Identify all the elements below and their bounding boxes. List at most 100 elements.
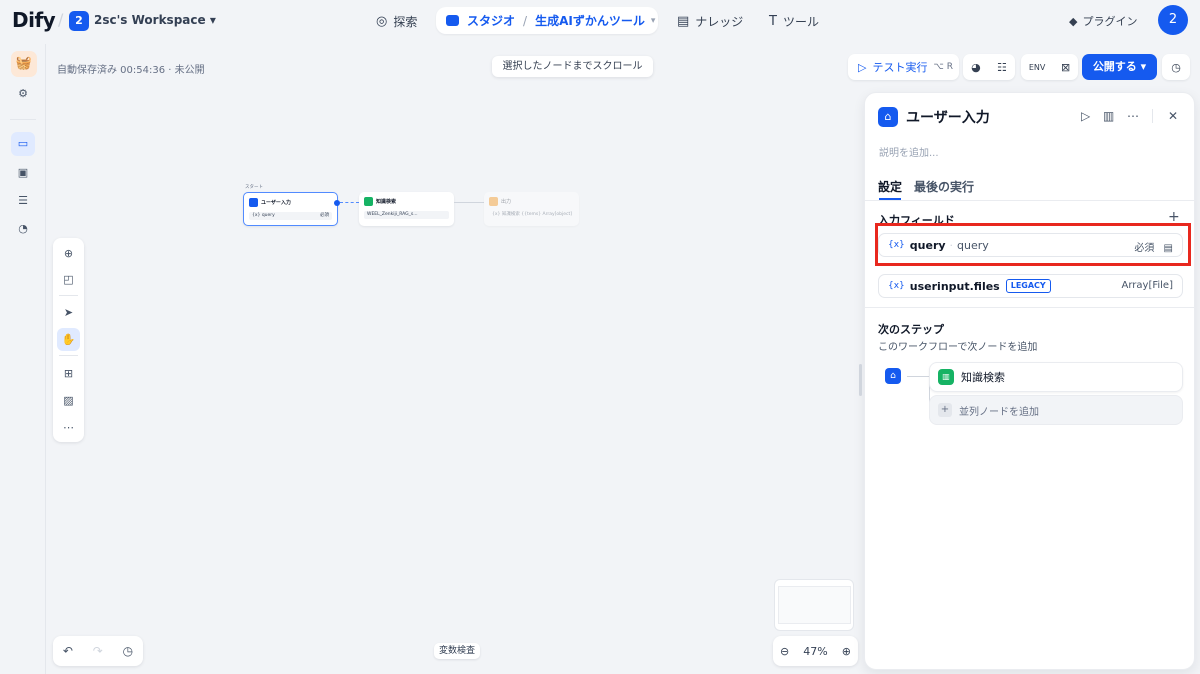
start-node[interactable]: ユーザー入力 {x} query 必須 — [243, 192, 338, 226]
orchestrate-icon[interactable]: ▭ — [11, 132, 35, 156]
organize-blocks-icon[interactable]: ⊞ — [57, 362, 80, 385]
zoom-controls: ⊖ 47% ⊕ — [773, 636, 858, 666]
zoom-out-icon[interactable]: ⊖ — [780, 645, 789, 658]
nav-explore[interactable]: ◎ 探索 — [376, 7, 417, 35]
env-icon[interactable]: ENV — [1029, 63, 1046, 72]
field-type: Array[File] — [1121, 280, 1173, 291]
redo-icon[interactable]: ↷ — [93, 644, 103, 658]
nav-studio[interactable]: スタジオ / 生成AIずかんツール ▾ — [436, 7, 658, 34]
next-node-knowledge[interactable]: ▥ 知識検索 — [929, 362, 1183, 392]
knowledge-node-item: WEEL_Zenkiji_RAG_s... — [364, 211, 449, 219]
next-step-label: 次のステップ — [878, 323, 944, 336]
variable-inspect-button[interactable]: 変数検査 — [434, 643, 480, 659]
nav-knowledge[interactable]: ▤ ナレッジ — [677, 7, 743, 35]
publish-button[interactable]: 公開する ▾ — [1082, 54, 1157, 80]
add-node-icon[interactable]: ⊕ — [57, 242, 80, 265]
hammer-icon: T — [769, 13, 777, 29]
output-node[interactable]: 出力 {x} 知識検索 {{tems} Array[object] — [484, 192, 579, 226]
env-group: ENV ⊠ — [1021, 54, 1078, 80]
panel-title[interactable]: ユーザー入力 — [906, 107, 990, 127]
highlight-box — [875, 223, 1191, 266]
output-node-title: 出力 — [501, 199, 512, 205]
panel-resize-handle[interactable] — [859, 364, 862, 396]
version-history-button[interactable]: ◷ — [1162, 54, 1190, 80]
plugins-button[interactable]: ◆ プラグイン — [1069, 13, 1137, 29]
minimap-viewport — [778, 586, 851, 624]
knowledge-node[interactable]: 知識検索 WEEL_Zenkiji_RAG_s... — [359, 192, 454, 226]
tab-divider — [865, 200, 1196, 201]
output-node-row: {x} 知識検索 {{tems} Array[object] — [489, 211, 574, 219]
terminal-icon[interactable]: ▣ — [11, 161, 35, 185]
home-icon: ⌂ — [878, 107, 898, 127]
test-run-shortcut: ⌥ R — [933, 62, 953, 72]
sidebar-divider — [10, 119, 36, 120]
workspace-name: 2sc's Workspace — [94, 13, 206, 27]
add-parallel-node-button[interactable]: + 並列ノードを追加 — [929, 395, 1183, 425]
workflow-canvas[interactable]: 自動保存済み 00:54:36 · 未公開 選択したノードまでスクロール スター… — [47, 44, 863, 674]
chevron-down-icon: ▾ — [209, 13, 216, 27]
compass-icon: ◎ — [376, 13, 388, 29]
edge — [454, 202, 484, 203]
user-avatar[interactable]: 2 — [1158, 5, 1188, 35]
panel-divider — [1152, 109, 1153, 123]
tab-settings[interactable]: 設定 — [878, 178, 902, 195]
workspace-selector[interactable]: 2sc's Workspace ▾ — [94, 13, 216, 27]
checklist-icon[interactable]: ☷ — [997, 61, 1007, 74]
description-input[interactable]: 説明を追加... — [879, 144, 939, 159]
app-icon[interactable]: 🧺 — [11, 51, 37, 77]
variables-icon[interactable]: ⊠ — [1061, 61, 1070, 74]
cube-icon: ◆ — [1069, 15, 1078, 28]
test-run-button[interactable]: ▷ テスト実行 ⌥ R — [848, 54, 959, 80]
undo-icon[interactable]: ↶ — [63, 644, 73, 658]
tab-last-run[interactable]: 最後の実行 — [914, 178, 974, 195]
book-icon: ▤ — [677, 13, 690, 29]
top-bar: Dify / 2 2sc's Workspace ▾ ◎ 探索 スタジオ / 生… — [0, 0, 1200, 42]
chevron-down-icon: ▾ — [1140, 60, 1147, 73]
run-step-icon[interactable]: ▷ — [1081, 109, 1090, 123]
pointer-icon[interactable]: ➤ — [57, 301, 80, 324]
workspace-badge[interactable]: 2 — [69, 11, 89, 31]
nav-knowledge-label: ナレッジ — [695, 14, 744, 29]
connection-handle[interactable] — [334, 200, 340, 206]
more-icon[interactable]: ⋯ — [57, 416, 80, 439]
logs-icon[interactable]: ☰ — [11, 189, 35, 213]
app-name[interactable]: 生成AIずかんツール — [535, 12, 645, 29]
add-parallel-label: 並列ノードを追加 — [959, 406, 1039, 418]
plugins-label: プラグイン — [1082, 15, 1138, 28]
hand-icon[interactable]: ✋ — [57, 328, 80, 351]
nav-tools[interactable]: T ツール — [769, 7, 819, 35]
autosave-status: 自動保存済み 00:54:36 · 未公開 — [57, 65, 205, 76]
dify-logo[interactable]: Dify — [12, 8, 56, 32]
publish-label: 公開する — [1092, 60, 1137, 73]
output-icon — [489, 197, 498, 206]
plus-icon: + — [938, 403, 952, 417]
canvas-toolbar: ⊕ ◰ ➤ ✋ ⊞ ▨ ⋯ — [53, 238, 84, 442]
field-var-name: userinput.files — [909, 279, 1000, 293]
history-icon: ◷ — [1171, 60, 1181, 74]
chevron-down-icon[interactable]: ▾ — [651, 16, 656, 26]
settings-sliders-icon[interactable]: ⚙ — [11, 82, 35, 106]
knowledge-node-title: 知識検索 — [376, 199, 397, 205]
zoom-level[interactable]: 47% — [803, 645, 827, 658]
add-note-icon[interactable]: ◰ — [57, 268, 80, 291]
help-book-icon[interactable]: ▥ — [1103, 109, 1114, 123]
minimap[interactable] — [774, 579, 854, 631]
zoom-in-icon[interactable]: ⊕ — [842, 645, 851, 658]
robot-icon — [446, 15, 459, 26]
test-run-label: テスト実行 — [872, 61, 928, 74]
clock-icon[interactable]: ◕ — [971, 61, 981, 74]
close-icon[interactable]: ✕ — [1168, 109, 1178, 123]
input-field-files[interactable]: {x} userinput.files LEGACY Array[File] — [878, 274, 1183, 298]
more-icon[interactable]: ⋯ — [1127, 109, 1139, 123]
export-image-icon[interactable]: ▨ — [57, 389, 80, 412]
monitor-gauge-icon[interactable]: ◔ — [11, 217, 35, 241]
scroll-to-node-button[interactable]: 選択したノードまでスクロール — [492, 56, 653, 77]
breadcrumb-divider: / — [523, 13, 528, 28]
nav-tools-label: ツール — [782, 14, 819, 29]
legacy-badge: LEGACY — [1005, 279, 1051, 293]
nav-explore-label: 探索 — [393, 14, 418, 29]
toolbar-divider — [59, 295, 78, 296]
history-icon[interactable]: ◷ — [123, 644, 133, 658]
edge — [340, 202, 359, 203]
start-node-var-name: {x} query — [252, 213, 275, 218]
